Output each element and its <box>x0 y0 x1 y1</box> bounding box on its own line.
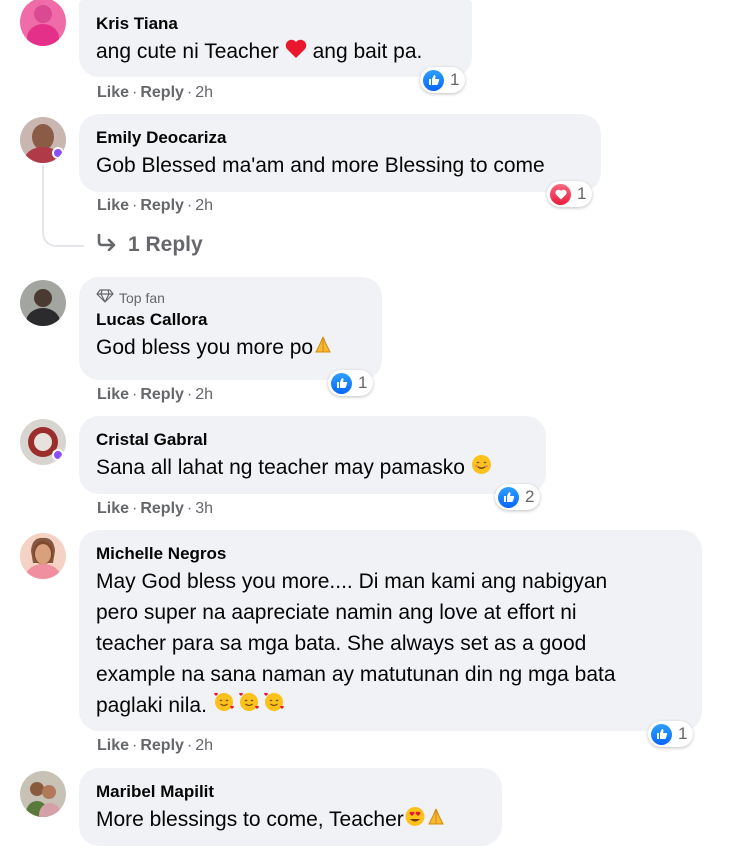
thumbs-up-icon <box>651 723 672 745</box>
comment-text: ang cute ni Teacher ang bait pa. <box>96 36 456 68</box>
separator: · <box>132 197 138 214</box>
timestamp[interactable]: 2h <box>195 84 213 101</box>
reply-link[interactable]: Reply <box>140 197 184 214</box>
comment-author[interactable]: Maribel Mapilit <box>96 782 486 802</box>
timestamp[interactable]: 3h <box>195 500 213 517</box>
reaction-count[interactable]: 2 <box>495 484 541 510</box>
reaction-count-value: 1 <box>450 70 460 89</box>
comment-author[interactable]: Michelle Negros <box>96 544 686 564</box>
comment-text: Sana all lahat ng teacher may pamasko <box>96 452 530 484</box>
avatar[interactable] <box>20 117 66 163</box>
comment-actions: Like · Reply · 2h <box>97 84 213 102</box>
reply-thread-line <box>42 165 84 247</box>
comment-text-part: ang cute ni Teacher <box>96 40 279 63</box>
comment-bubble: Top fan Lucas Callora God bless you more… <box>79 277 382 380</box>
reply-link[interactable]: Reply <box>140 386 184 403</box>
comment-author[interactable]: Emily Deocariza <box>96 128 585 148</box>
comment-actions: Like · Reply · 2h <box>97 737 213 755</box>
reply-link[interactable]: Reply <box>140 500 184 517</box>
separator: · <box>186 500 193 517</box>
reaction-count[interactable]: 1 <box>648 721 694 747</box>
comment-text-part: paglaki nila. <box>96 694 213 717</box>
like-link[interactable]: Like <box>97 197 129 214</box>
comment-bubble: Cristal Gabral Sana all lahat ng teacher… <box>79 416 546 494</box>
timestamp[interactable]: 2h <box>195 197 213 214</box>
like-link[interactable]: Like <box>97 500 129 517</box>
reply-link[interactable]: Reply <box>140 84 184 101</box>
avatar[interactable] <box>20 533 66 579</box>
comment-text: More blessings to come, Teacher <box>96 804 486 836</box>
diamond-icon <box>96 289 114 306</box>
separator: · <box>186 84 193 101</box>
comment-actions: Like · Reply · 2h <box>97 386 213 404</box>
comment-author[interactable]: Cristal Gabral <box>96 430 530 450</box>
like-link[interactable]: Like <box>97 84 129 101</box>
folded-hands-emoji-icon <box>313 333 333 364</box>
avatar[interactable] <box>20 280 66 326</box>
thumbs-up-icon <box>498 486 519 508</box>
comment-bubble: Emily Deocariza Gob Blessed ma'am and mo… <box>79 114 601 192</box>
separator: · <box>132 84 138 101</box>
heart-eyes-emoji-icon <box>404 805 426 836</box>
avatar[interactable] <box>20 0 66 46</box>
comment-text: Gob Blessed ma'am and more Blessing to c… <box>96 154 545 177</box>
red-heart-emoji-icon <box>285 37 307 68</box>
comment-bubble: Maribel Mapilit More blessings to come, … <box>79 768 502 846</box>
separator: · <box>132 500 138 517</box>
reply-link[interactable]: Reply <box>140 737 184 754</box>
comment-bubble: Kris Tiana ang cute ni Teacher ang bait … <box>79 0 472 77</box>
thumbs-up-icon <box>423 69 444 91</box>
reaction-count[interactable]: 1 <box>420 67 466 93</box>
separator: · <box>186 386 193 403</box>
top-fan-badge: Top fan <box>96 289 366 306</box>
comment-text-line: May God bless you more.... Di man kami a… <box>96 570 608 593</box>
reaction-count[interactable]: 1 <box>328 370 374 396</box>
avatar[interactable] <box>20 771 66 817</box>
reply-arrow-icon <box>96 233 118 257</box>
folded-hands-emoji-icon <box>426 805 446 836</box>
avatar[interactable] <box>20 419 66 465</box>
comment-text: God bless you more po <box>96 332 366 364</box>
separator: · <box>186 197 193 214</box>
comment-text-part: God bless you more po <box>96 336 314 359</box>
reaction-count-value: 1 <box>577 184 587 203</box>
heart-icon <box>550 183 571 205</box>
smiling-hearts-emoji-icon <box>213 691 287 722</box>
comment-actions: Like · Reply · 3h <box>97 500 213 518</box>
comment-text-part: Sana all lahat ng teacher may pamasko <box>96 456 471 479</box>
top-fan-label: Top fan <box>119 289 165 306</box>
view-replies-label: 1 Reply <box>128 233 203 256</box>
comment-text-part: ang bait pa. <box>312 40 423 63</box>
reaction-count-value: 1 <box>358 373 368 392</box>
like-link[interactable]: Like <box>97 386 129 403</box>
comment-bubble: Michelle Negros May God bless you more..… <box>79 530 702 731</box>
comment-actions: Like · Reply · 2h <box>97 197 213 215</box>
separator: · <box>186 737 193 754</box>
timestamp[interactable]: 2h <box>195 386 213 403</box>
comment-text-line: teacher para sa mga bata. She always set… <box>96 632 587 655</box>
comment-text-line: pero super na aapreciate namin ang love … <box>96 601 577 624</box>
comment-author[interactable]: Kris Tiana <box>96 14 456 34</box>
comment-text-line: example na sana naman ay matutunan din n… <box>96 663 616 686</box>
comment-text-line-last: paglaki nila. <box>96 690 686 722</box>
like-link[interactable]: Like <box>97 737 129 754</box>
comment-text-part: More blessings to come, Teacher <box>96 808 404 831</box>
separator: · <box>132 386 138 403</box>
separator: · <box>132 737 138 754</box>
comment-text: May God bless you more.... Di man kami a… <box>96 566 686 722</box>
thumbs-up-icon <box>331 372 352 394</box>
reaction-count-value: 1 <box>678 724 688 743</box>
comment-author[interactable]: Lucas Callora <box>96 310 366 330</box>
view-replies-button[interactable]: 1 Reply <box>96 233 203 257</box>
reaction-count-value: 2 <box>525 487 535 506</box>
timestamp[interactable]: 2h <box>195 737 213 754</box>
smiling-face-emoji-icon <box>471 453 492 484</box>
reaction-count[interactable]: 1 <box>547 181 593 207</box>
